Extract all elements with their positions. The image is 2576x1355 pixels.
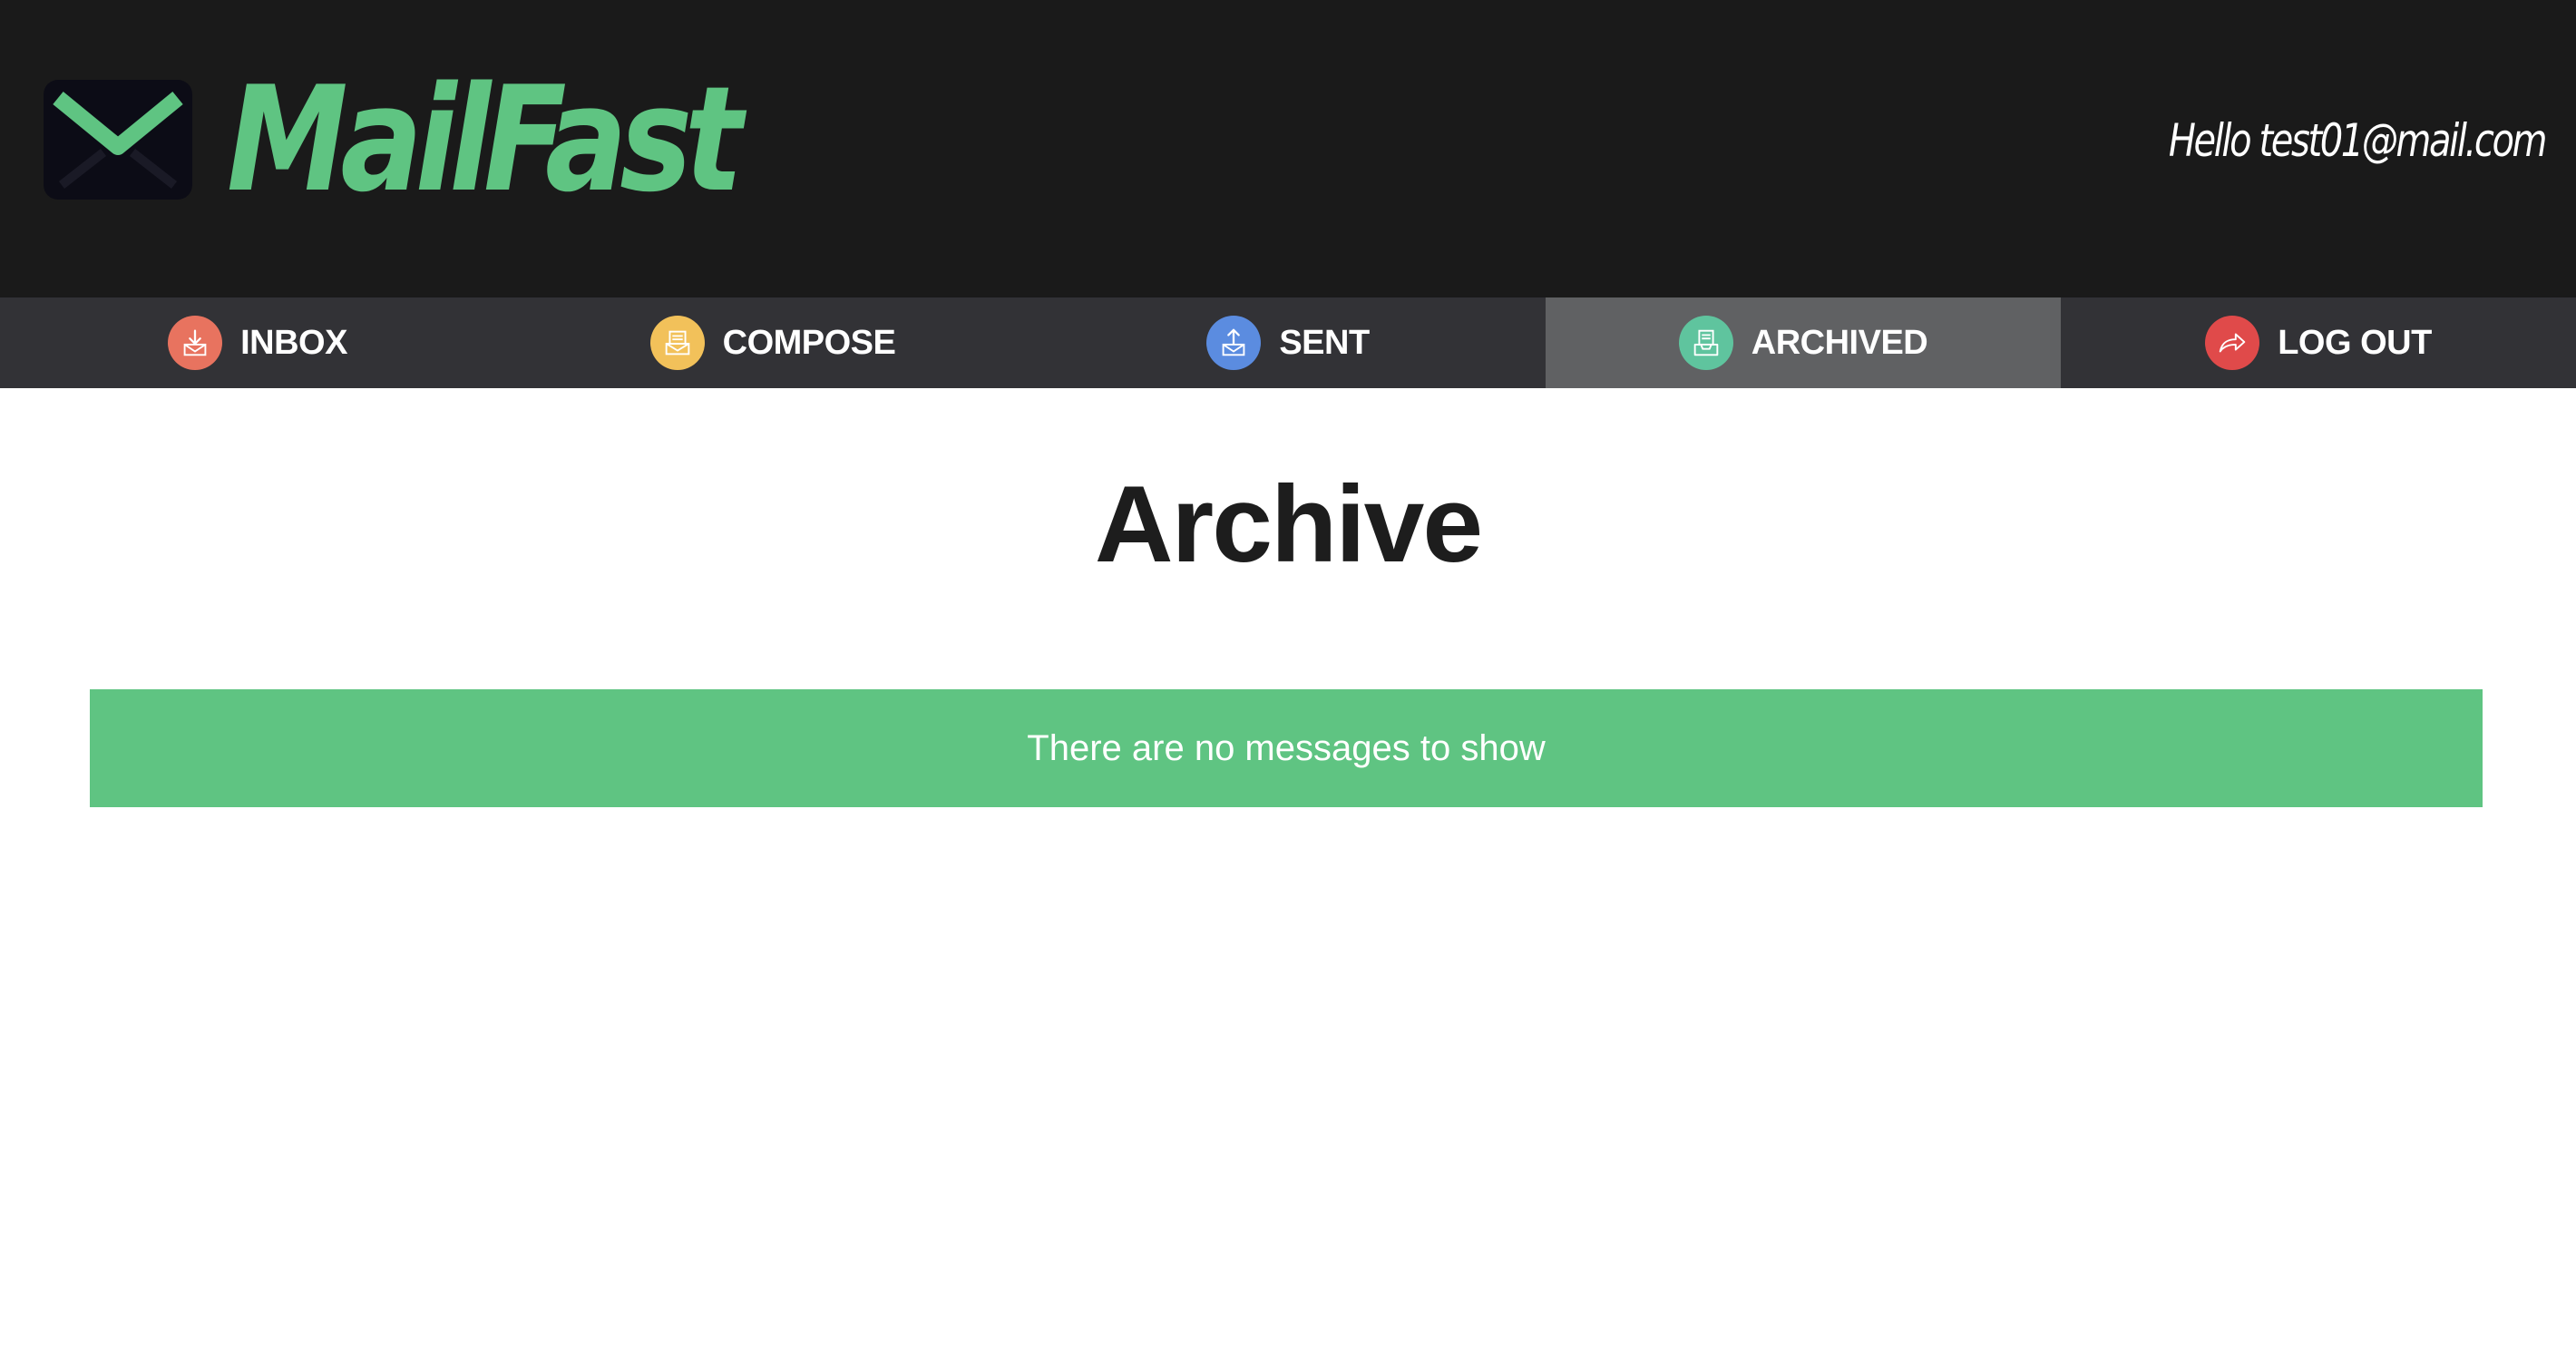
app-header: MailFast Hello test01@mail.com <box>0 0 2576 297</box>
envelope-logo-icon <box>44 80 192 200</box>
archive-tray-icon <box>1678 316 1733 370</box>
empty-state-banner: There are no messages to show <box>90 689 2483 807</box>
compose-icon <box>649 316 705 370</box>
nav-item-archived[interactable]: ARCHIVED <box>1546 297 2061 388</box>
brand-name: MailFast <box>227 54 743 224</box>
nav-label-logout: LOG OUT <box>2278 323 2432 362</box>
brand-logo[interactable]: MailFast <box>40 67 833 212</box>
empty-state-message: There are no messages to show <box>1027 727 1546 768</box>
inbox-download-icon <box>168 316 223 370</box>
nav-item-logout[interactable]: LOG OUT <box>2061 297 2576 388</box>
sent-upload-icon <box>1206 316 1262 370</box>
nav-item-compose[interactable]: COMPOSE <box>515 297 1030 388</box>
user-greeting: Hello test01@mail.com <box>2168 114 2548 167</box>
nav-label-archived: ARCHIVED <box>1751 323 1928 362</box>
nav-item-sent[interactable]: SENT <box>1030 297 1546 388</box>
nav-label-inbox: INBOX <box>240 323 347 362</box>
nav-item-inbox[interactable]: INBOX <box>0 297 515 388</box>
page-title: Archive <box>1094 463 1483 585</box>
nav-label-compose: COMPOSE <box>722 323 896 362</box>
nav-label-sent: SENT <box>1279 323 1370 362</box>
main-nav: INBOX COMPOSE SENT ARCHIVED LOG OUT <box>0 297 2576 388</box>
logout-arrow-icon <box>2205 316 2260 370</box>
